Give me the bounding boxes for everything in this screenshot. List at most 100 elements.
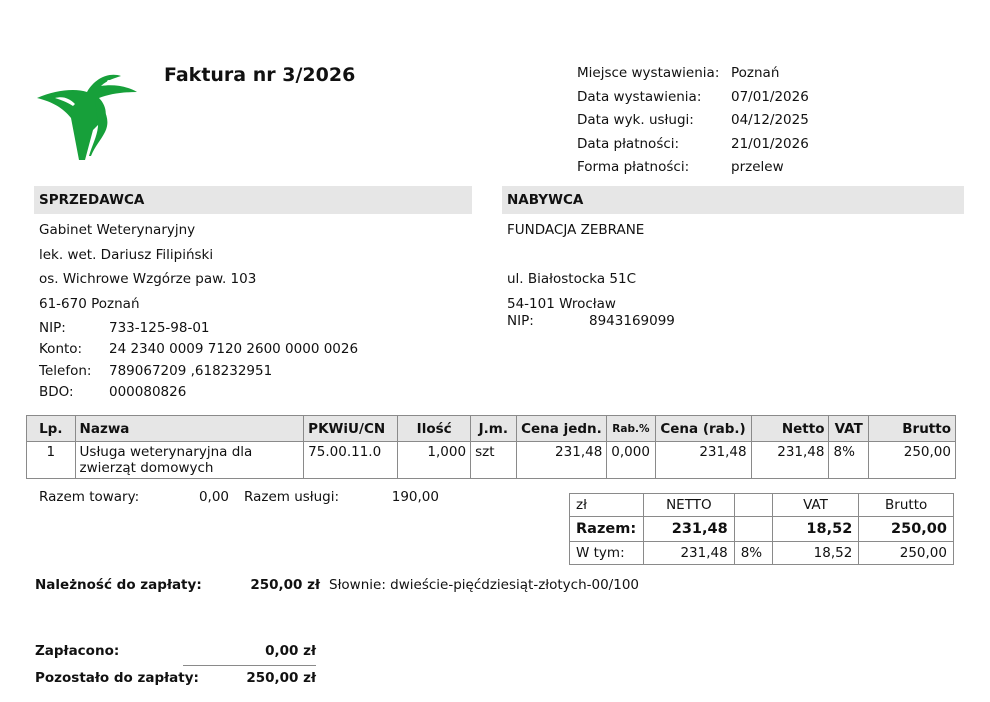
cell-discount: 0,000: [606, 441, 656, 479]
meta-value: 21/01/2026: [731, 135, 809, 152]
cell-qty: 1,000: [397, 441, 472, 479]
cell-price-discounted: 231,48: [654, 441, 752, 479]
seller-line: 61-670 Poznań: [39, 295, 140, 312]
col-lp: Lp.: [26, 415, 76, 442]
cell-net: 231,48: [750, 441, 830, 479]
clinic-logo: [37, 74, 137, 160]
summary-empty-cell: [733, 516, 773, 542]
field-label: Konto:: [39, 341, 83, 358]
summary-currency: zł: [569, 493, 644, 517]
seller-address: Gabinet Weterynaryjny lek. wet. Dariusz …: [39, 218, 256, 316]
field-value: 000080826: [109, 383, 187, 400]
cell-name: Usługa weterynaryjna dla zwierząt domowy…: [74, 441, 305, 479]
summary-razem-vat: 18,52: [771, 516, 860, 542]
table-row: 1 Usługa weterynaryjna dla zwierząt domo…: [26, 441, 957, 479]
meta-row-issue-date: Data wystawienia: 07/01/2026: [577, 86, 809, 110]
summary-wtym-label: W tym:: [569, 541, 644, 565]
field-label: BDO:: [39, 383, 74, 400]
meta-label: Data płatności:: [577, 135, 680, 152]
field-value: 733-125-98-01: [109, 320, 210, 336]
items-table: Lp. Nazwa PKWiU/CN Ilość J.m. Cena jedn.…: [26, 415, 957, 479]
field-label: NIP:: [39, 320, 66, 336]
services-label: Razem usługi:: [244, 489, 340, 505]
meta-label: Data wyk. usługi:: [577, 112, 694, 128]
summary-gross-header: Brutto: [858, 493, 954, 517]
col-pkwiu: PKWiU/CN: [303, 415, 399, 442]
seller-bdo: BDO: 000080826: [39, 382, 358, 403]
summary-wtym-net: 231,48: [642, 541, 735, 565]
col-price-discounted: Cena (rab.): [654, 415, 752, 442]
buyer-address: FUNDACJA ZEBRANE ul. Białostocka 51C 54-…: [507, 218, 644, 316]
summary-net-header: NETTO: [642, 493, 735, 517]
buyer-header: NABYWCA: [502, 186, 964, 214]
cell-unit: szt: [470, 441, 517, 479]
meta-row-service-date: Data wyk. usługi: 04/12/2025: [577, 109, 809, 133]
buyer-line-blank: [507, 243, 644, 268]
goods-value: 0,00: [198, 489, 229, 505]
seller-fields: NIP: 733-125-98-01 Konto: 24 2340 0009 712…: [39, 318, 358, 403]
seller-line: lek. wet. Dariusz Filipiński: [39, 246, 214, 263]
meta-value: Poznań: [731, 65, 780, 81]
col-vat: VAT: [828, 415, 869, 442]
seller-line: os. Wichrowe Wzgórze paw. 103: [39, 271, 257, 288]
seller-nip: NIP: 733-125-98-01: [39, 318, 358, 339]
summary-wtym-vat: 18,52: [771, 541, 860, 565]
cell-vat: 8%: [828, 441, 869, 479]
summary-razem-label: Razem:: [569, 516, 644, 542]
paid-divider: [183, 665, 316, 666]
col-name: Nazwa: [74, 415, 305, 442]
buyer-line: FUNDACJA ZEBRANE: [507, 222, 645, 238]
meta-row-payment-date: Data płatności: 21/01/2026: [577, 133, 809, 157]
meta-label: Forma płatności:: [577, 159, 690, 175]
paid-value: 0,00 zł: [265, 643, 316, 659]
meta-label: Data wystawienia:: [577, 88, 702, 105]
remaining-label: Pozostało do zapłaty:: [35, 670, 199, 686]
goods-label: Razem towary:: [39, 489, 140, 505]
summary-vat-header: VAT: [771, 493, 860, 517]
col-qty: Ilość: [397, 415, 472, 442]
col-price: Cena jedn.: [515, 415, 608, 442]
cell-pkwiu: 75.00.11.0: [303, 441, 399, 479]
meta-value: przelew: [731, 159, 784, 175]
field-value: 789067209 ,618232951: [109, 362, 273, 379]
totals-line: Razem towary: 0,00 Razem usługi: 190,00: [39, 489, 439, 505]
amount-in-words: Słownie: dwieście-pięćdziesiąt-złotych-0…: [329, 577, 639, 593]
buyer-nip: NIP: 8943169099: [507, 313, 675, 329]
seller-account: Konto: 24 2340 0009 7120 2600 0000 0026: [39, 339, 358, 360]
field-label: NIP:: [507, 313, 534, 329]
invoice-title: Faktura nr 3/2026: [164, 64, 356, 86]
meta-label: Miejsce wystawienia:: [577, 65, 720, 81]
vat-summary-table: zł NETTO VAT Brutto Razem: 231,48 18,52 …: [569, 493, 954, 565]
meta-value: 04/12/2025: [731, 112, 809, 128]
services-value: 190,00: [391, 489, 439, 505]
summary-razem-gross: 250,00: [858, 516, 954, 542]
remaining-value: 250,00 zł: [246, 670, 316, 686]
col-net: Netto: [750, 415, 830, 442]
amount-due-value: 250,00 zł: [250, 577, 320, 593]
cell-price: 231,48: [515, 441, 608, 479]
cell-gross: 250,00: [867, 441, 957, 479]
col-discount: Rab.%: [606, 415, 656, 442]
summary-wtym-rate: 8%: [733, 541, 773, 565]
amount-due-label: Należność do zapłaty:: [35, 577, 202, 593]
field-value: 8943169099: [589, 313, 675, 329]
seller-phone: Telefon: 789067209 ,618232951: [39, 361, 358, 382]
meta-row-place: Miejsce wystawienia: Poznań: [577, 62, 809, 86]
seller-line: Gabinet Weterynaryjny: [39, 222, 196, 238]
summary-empty-cell: [733, 493, 773, 517]
paid-label: Zapłacono:: [35, 643, 120, 659]
field-value: 24 2340 0009 7120 2600 0000 0026: [109, 341, 359, 358]
summary-wtym-gross: 250,00: [858, 541, 954, 565]
paid-row: Zapłacono: 0,00 zł: [35, 643, 316, 659]
summary-wtym-row: W tym: 231,48 8% 18,52 250,00: [569, 541, 954, 565]
invoice-meta: Miejsce wystawienia: Poznań Data wystawie…: [577, 62, 809, 180]
cell-lp: 1: [26, 441, 76, 479]
summary-razem-row: Razem: 231,48 18,52 250,00: [569, 516, 954, 542]
summary-razem-net: 231,48: [642, 516, 735, 542]
col-unit: J.m.: [470, 415, 517, 442]
field-label: Telefon:: [39, 362, 92, 379]
amount-due: Należność do zapłaty: 250,00 zł Słownie:…: [35, 577, 639, 593]
col-gross: Brutto: [867, 415, 957, 442]
meta-row-payment-method: Forma płatności: przelew: [577, 156, 809, 180]
remaining-row: Pozostało do zapłaty: 250,00 zł: [35, 670, 316, 686]
